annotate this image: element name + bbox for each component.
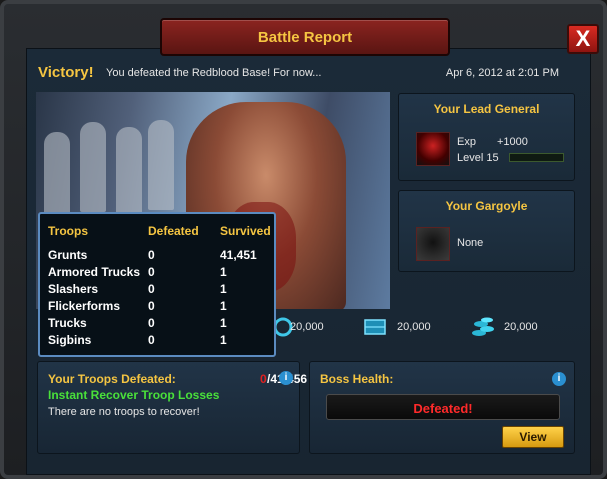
troop-survived: 1: [220, 333, 227, 347]
troop-survived: 1: [220, 265, 227, 279]
gargoyle-title: Your Gargoyle: [445, 199, 528, 213]
troop-name: Slashers: [48, 282, 99, 296]
gargoyle-panel: Your Gargoyle None: [398, 190, 575, 272]
victory-label: Victory!: [38, 64, 94, 81]
troop-name: Grunts: [48, 248, 88, 262]
general-avatar: [416, 132, 450, 166]
boss-status: Defeated!: [413, 401, 473, 416]
exp-label: Exp: [457, 136, 476, 148]
troop-defeated: 0: [148, 333, 155, 347]
troop-name: Sigbins: [48, 333, 92, 347]
exp-value: +1000: [497, 136, 528, 148]
troop-defeated: 0: [148, 282, 155, 296]
crate-icon: [364, 319, 386, 335]
troop-defeated: 0: [148, 299, 155, 313]
coins-icon: [472, 317, 494, 336]
background-figure: [44, 132, 70, 222]
background-figure: [148, 120, 174, 210]
battle-rewards: 20,000 20,000 20,000: [270, 312, 570, 342]
reward-value: 20,000: [504, 321, 538, 333]
defeated-header: Defeated: [148, 224, 199, 238]
troops-defeated-title: Your Troops Defeated:: [48, 372, 176, 386]
troop-defeated: 0: [148, 316, 155, 330]
close-button[interactable]: X: [567, 24, 599, 54]
boss-health-title: Boss Health:: [320, 372, 394, 386]
troops-summary-table: Troops Defeated Survived Grunts 0 41,451…: [38, 212, 276, 357]
no-troops-message: There are no troops to recover!: [48, 406, 200, 418]
troop-losses-panel: Your Troops Defeated: 0 /41,456 i Instan…: [37, 361, 307, 454]
report-header: Victory! You defeated the Redblood Base!…: [28, 58, 581, 88]
general-level: Level 15: [457, 152, 499, 164]
troops-header: Troops: [48, 224, 89, 238]
troop-survived: 41,451: [220, 248, 257, 262]
view-button[interactable]: View: [502, 426, 564, 448]
boss-health-panel: Boss Health: i Defeated! View: [309, 361, 575, 454]
window-title: Battle Report: [257, 29, 353, 46]
level-progress-bar: [509, 153, 564, 162]
troop-defeated: 0: [148, 265, 155, 279]
info-icon[interactable]: i: [552, 372, 566, 386]
troop-name: Armored Trucks: [48, 265, 141, 279]
reward-value: 20,000: [290, 321, 324, 333]
background-figure: [116, 127, 142, 217]
troop-survived: 1: [220, 282, 227, 296]
troop-name: Flickerforms: [48, 299, 121, 313]
report-date: Apr 6, 2012 at 2:01 PM: [445, 67, 559, 79]
reward-value: 20,000: [397, 321, 431, 333]
gargoyle-avatar: [416, 227, 450, 261]
troops-defeated-count: 0: [260, 372, 267, 386]
instant-recover-link[interactable]: Instant Recover Troop Losses: [48, 388, 219, 402]
info-icon[interactable]: i: [279, 371, 293, 385]
troop-defeated: 0: [148, 248, 155, 262]
title-bar: Battle Report: [160, 18, 450, 56]
gargoyle-value: None: [457, 237, 484, 249]
lead-general-title: Your Lead General: [433, 102, 540, 116]
survived-header: Survived: [220, 224, 271, 238]
troop-name: Trucks: [48, 316, 87, 330]
lead-general-panel: Your Lead General Exp +1000 Level 15: [398, 93, 575, 181]
troop-survived: 1: [220, 316, 227, 330]
troop-survived: 1: [220, 299, 227, 313]
battle-message: You defeated the Redblood Base! For now.…: [106, 67, 322, 79]
background-figure: [80, 122, 106, 212]
boss-health-bar: Defeated!: [326, 394, 560, 420]
